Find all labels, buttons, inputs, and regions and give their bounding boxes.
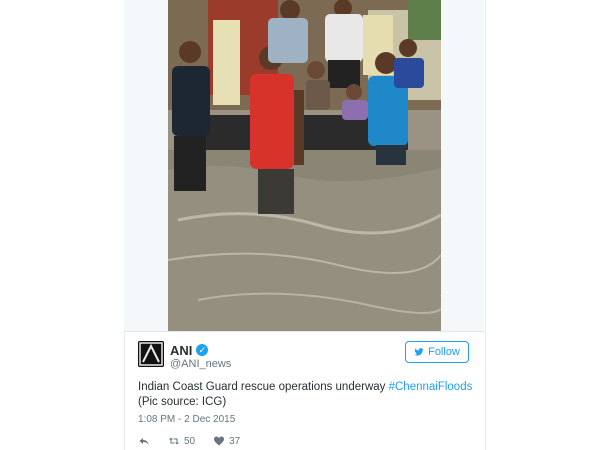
author-handle[interactable]: @ANI_news xyxy=(170,358,231,370)
author-name-row: ANI ✓ xyxy=(170,342,209,358)
reply-button[interactable] xyxy=(138,435,150,447)
like-count: 37 xyxy=(229,435,241,447)
retweet-count: 50 xyxy=(184,435,196,447)
tweet-timestamp[interactable]: 1:08 PM - 2 Dec 2015 xyxy=(138,414,235,425)
author-name[interactable]: ANI xyxy=(170,343,192,358)
hashtag-link[interactable]: #ChennaiFloods xyxy=(389,381,473,393)
follow-label: Follow xyxy=(428,346,460,358)
tweet-text: Indian Coast Guard rescue operations und… xyxy=(138,380,473,410)
follow-button[interactable]: Follow xyxy=(405,341,469,363)
reply-icon xyxy=(139,438,149,445)
media-container xyxy=(124,0,484,331)
heart-icon xyxy=(214,436,225,446)
tweet-actions: 50 37 xyxy=(138,434,258,448)
tweet-photo[interactable] xyxy=(168,0,441,331)
tweet-text-source: (Pic source: ICG) xyxy=(138,396,227,408)
tweet-text-main: Indian Coast Guard rescue operations und… xyxy=(138,381,389,393)
retweet-button[interactable]: 50 xyxy=(168,435,195,447)
author-avatar[interactable] xyxy=(138,341,164,367)
like-button[interactable]: 37 xyxy=(213,435,240,447)
divider xyxy=(124,331,484,332)
verified-badge-icon: ✓ xyxy=(196,344,209,356)
twitter-bird-icon xyxy=(414,348,424,356)
retweet-icon xyxy=(169,437,179,445)
